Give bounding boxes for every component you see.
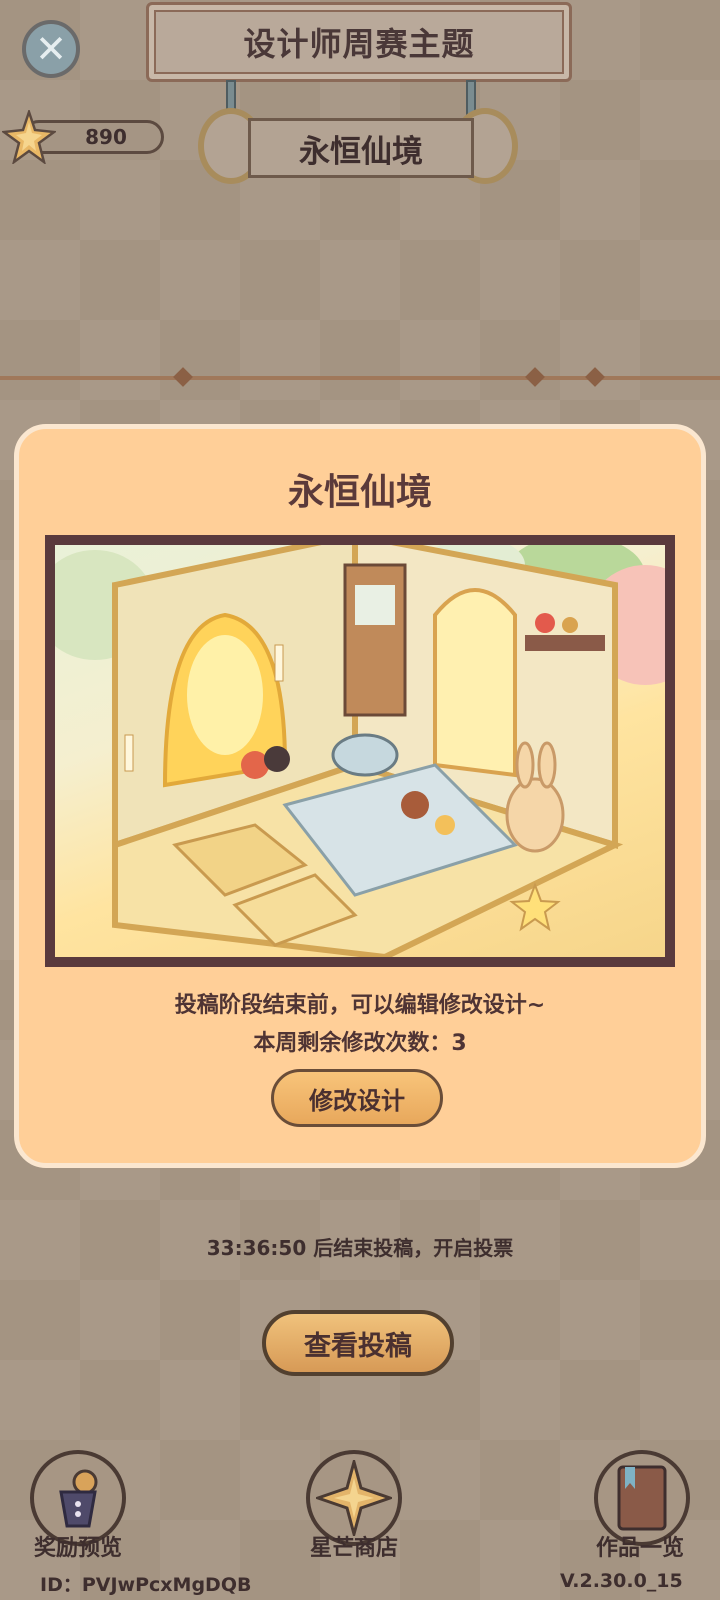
remaining-edits-text: 本周剩余修改次数：3 xyxy=(253,1031,467,1056)
divider-gem xyxy=(173,367,193,387)
design-preview-frame xyxy=(45,535,675,967)
modal-title: 永恒仙境 xyxy=(287,472,432,513)
divider-gem xyxy=(585,367,605,387)
star-icon xyxy=(2,110,56,164)
close-icon: ✕ xyxy=(35,27,67,71)
room-design-image xyxy=(55,545,665,957)
divider-gem xyxy=(525,367,545,387)
divider-line xyxy=(0,376,720,380)
nav-label-reward[interactable]: 奖励预览 xyxy=(0,1530,158,1562)
page-title: 设计师周赛主题 xyxy=(146,2,572,82)
theme-banner: 永恒仙境 xyxy=(248,118,474,178)
view-submissions-button[interactable]: 查看投稿 xyxy=(262,1310,454,1376)
edit-design-button[interactable]: 修改设计 xyxy=(271,1069,443,1127)
nav-label-works[interactable]: 作品一览 xyxy=(560,1530,720,1562)
countdown-text: 33:36:50 后结束投稿，开启投票 xyxy=(206,1236,514,1260)
user-id: ID：PVJwPcxMgDQB xyxy=(40,1574,252,1596)
version-text: V.2.30.0_15 xyxy=(560,1570,683,1592)
nav-label-shop[interactable]: 星芒商店 xyxy=(274,1530,434,1562)
edit-hint-text: 投稿阶段结束前，可以编辑修改设计~ xyxy=(174,993,546,1018)
design-modal: 永恒仙境 投稿阶段结束前，可以编辑修改设计~ 本周剩余修改次数：3 修改设计 xyxy=(14,424,706,1168)
close-button[interactable]: ✕ xyxy=(22,20,80,78)
